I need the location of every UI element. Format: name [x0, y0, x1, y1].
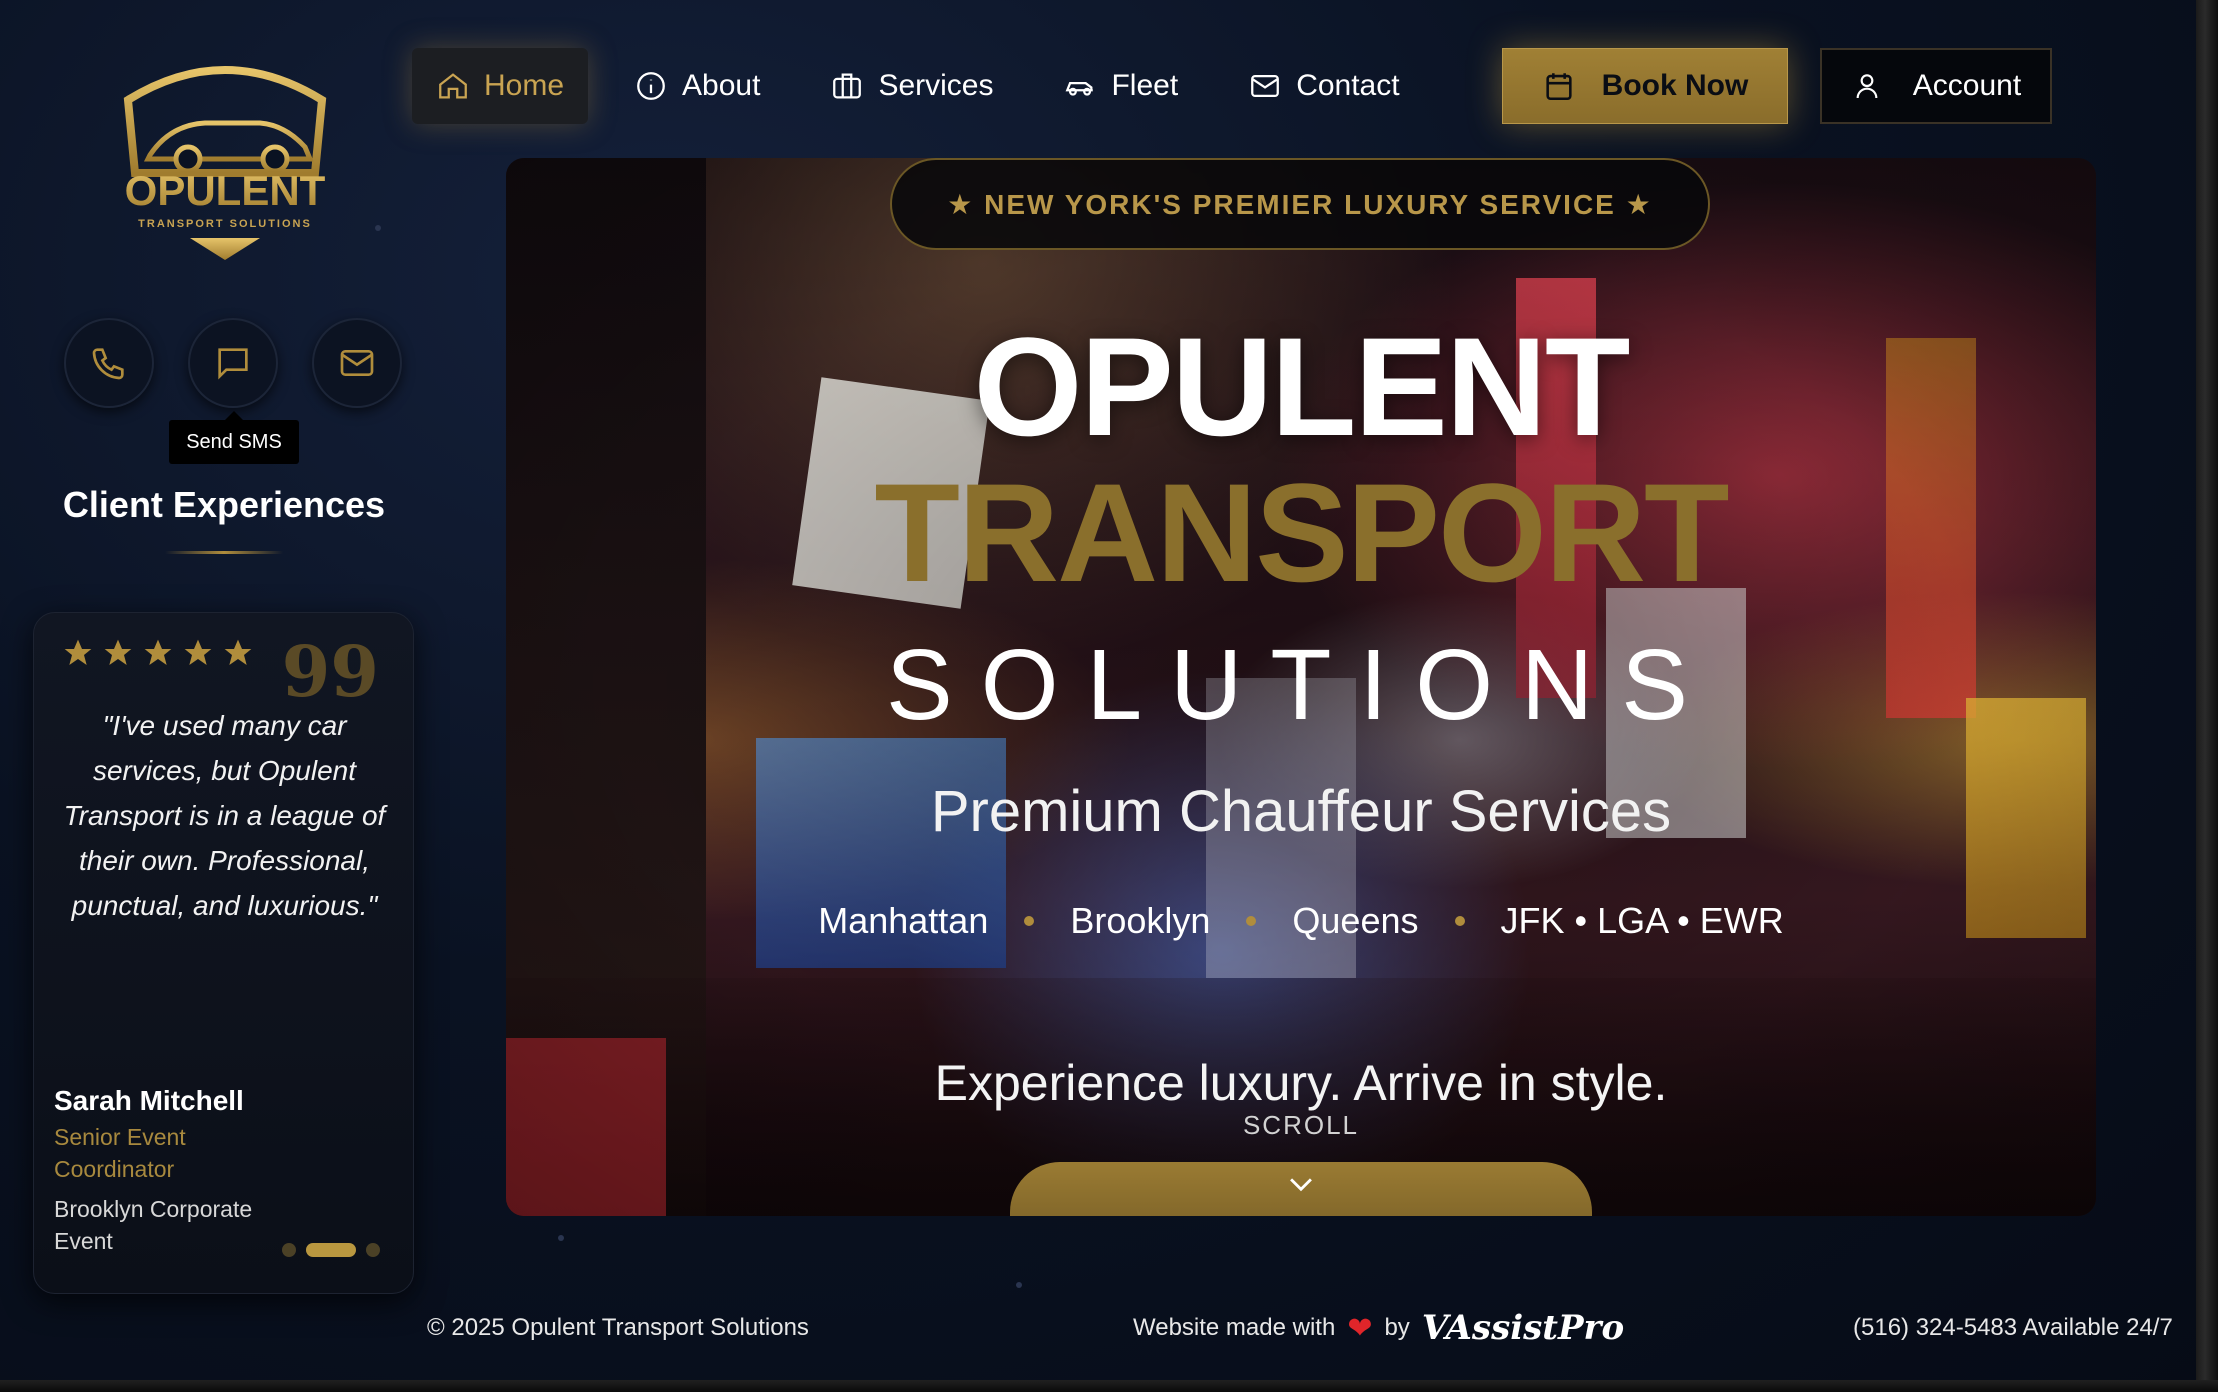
- footer-copyright: © 2025 Opulent Transport Solutions: [427, 1314, 809, 1341]
- reviewer-role: Senior Event Coordinator: [54, 1124, 186, 1182]
- nav-services[interactable]: Services: [806, 48, 1017, 124]
- nav-home[interactable]: Home: [412, 48, 589, 124]
- background-sparkle: [558, 1235, 564, 1241]
- quote-icon: 99: [281, 630, 379, 713]
- nav-contact[interactable]: Contact: [1224, 48, 1423, 124]
- hero-subtitle: Premium Chauffeur Services: [930, 779, 1672, 844]
- nav-label: Home: [484, 69, 565, 102]
- mail-icon: [340, 350, 374, 376]
- location-item: Manhattan: [818, 900, 989, 941]
- testimonial-quote: "I've used many car services, but Opulen…: [63, 710, 386, 921]
- location-item: Brooklyn: [1070, 900, 1211, 941]
- book-now-label: Book Now: [1601, 69, 1749, 102]
- sms-button[interactable]: [188, 318, 278, 408]
- nav-label: Contact: [1296, 69, 1400, 102]
- service-locations: Manhattan Brooklyn Queens JFK • LGA • EW…: [506, 900, 2096, 942]
- calendar-icon: [1546, 73, 1572, 101]
- nav-about[interactable]: About: [610, 48, 784, 124]
- phone-icon: [92, 348, 124, 380]
- logo-subtext: TRANSPORT SOLUTIONS: [138, 218, 312, 230]
- background-sparkle: [375, 225, 381, 231]
- home-icon: [439, 73, 467, 99]
- separator-dot: [1454, 916, 1465, 926]
- carousel-dot[interactable]: [282, 1243, 296, 1257]
- star-icon: [224, 639, 252, 665]
- scroll-down-button[interactable]: [1010, 1162, 1592, 1216]
- nav-fleet[interactable]: Fleet: [1039, 48, 1202, 124]
- heart-icon: ❤: [1347, 1311, 1373, 1345]
- logo-wordmark: OPULENT: [125, 167, 326, 214]
- footer-phone[interactable]: (516) 324-5483 Available 24/7: [1853, 1314, 2173, 1342]
- star-icon: [184, 639, 212, 665]
- email-button[interactable]: [312, 318, 402, 408]
- reviewer-event: Brooklyn Corporate Event: [54, 1196, 253, 1254]
- footer-credit: Website made with ❤ by VAssistPro: [1133, 1308, 1624, 1348]
- star-icon: [104, 639, 132, 665]
- window-edge: [2196, 0, 2218, 1392]
- made-with-text: Website made with: [1133, 1314, 1336, 1341]
- separator-dot: [1246, 916, 1257, 926]
- testimonials-heading: Client Experiences: [62, 484, 386, 525]
- separator-dot: [1024, 916, 1035, 926]
- nav-label: About: [682, 69, 761, 102]
- carousel-dot-active[interactable]: [306, 1243, 356, 1257]
- book-now-button[interactable]: Book Now: [1502, 48, 1788, 124]
- brand-logo[interactable]: OPULENT TRANSPORT SOLUTIONS: [110, 55, 340, 265]
- account-label: Account: [1912, 69, 2022, 102]
- by-text: by: [1384, 1314, 1410, 1341]
- briefcase-icon: [833, 73, 862, 99]
- hero-tagline: Experience luxury. Arrive in style.: [934, 1055, 1668, 1111]
- nav-label: Fleet: [1111, 69, 1179, 102]
- sms-tooltip: Send SMS: [169, 411, 299, 464]
- call-button[interactable]: [64, 318, 154, 408]
- mail-icon: [1251, 74, 1280, 98]
- testimonial-card: 99 "I've used many car services, but Opu…: [33, 612, 414, 1294]
- contact-buttons: [64, 318, 402, 408]
- hero-title-line3: SOLUTIONS: [886, 629, 1716, 741]
- chevron-down-icon: [1290, 1178, 1312, 1192]
- premier-badge: ★ NEW YORK'S PREMIER LUXURY SERVICE ★: [890, 158, 1710, 250]
- rating-stars: [62, 637, 254, 669]
- user-icon: [1856, 74, 1878, 99]
- hero-section: ★ NEW YORK'S PREMIER LUXURY SERVICE ★ OP…: [506, 158, 2096, 1216]
- account-button[interactable]: Account: [1820, 48, 2052, 124]
- heading-underline: [165, 551, 283, 554]
- message-icon: [218, 348, 248, 380]
- main-nav: Home About Services Fleet Contact: [412, 48, 1446, 124]
- window-edge: [0, 1380, 2218, 1392]
- star-icon: [144, 639, 172, 665]
- background-sparkle: [1016, 1282, 1022, 1288]
- hero-title-line2: TRANSPORT: [874, 454, 1729, 611]
- car-icon: [1066, 82, 1094, 96]
- carousel-dot[interactable]: [366, 1243, 380, 1257]
- vassistpro-logo[interactable]: VAssistPro: [1422, 1308, 1624, 1348]
- star-icon: [64, 639, 92, 665]
- location-item: JFK • LGA • EWR: [1500, 900, 1784, 941]
- hero-title-line1: OPULENT: [973, 308, 1631, 465]
- carousel-dots: [282, 1243, 380, 1257]
- reviewer-name: Sarah Mitchell: [54, 1085, 244, 1116]
- scroll-label: SCROLL: [1242, 1110, 1360, 1140]
- nav-label: Services: [878, 69, 994, 102]
- info-icon: [637, 72, 665, 100]
- location-item: Queens: [1292, 900, 1419, 941]
